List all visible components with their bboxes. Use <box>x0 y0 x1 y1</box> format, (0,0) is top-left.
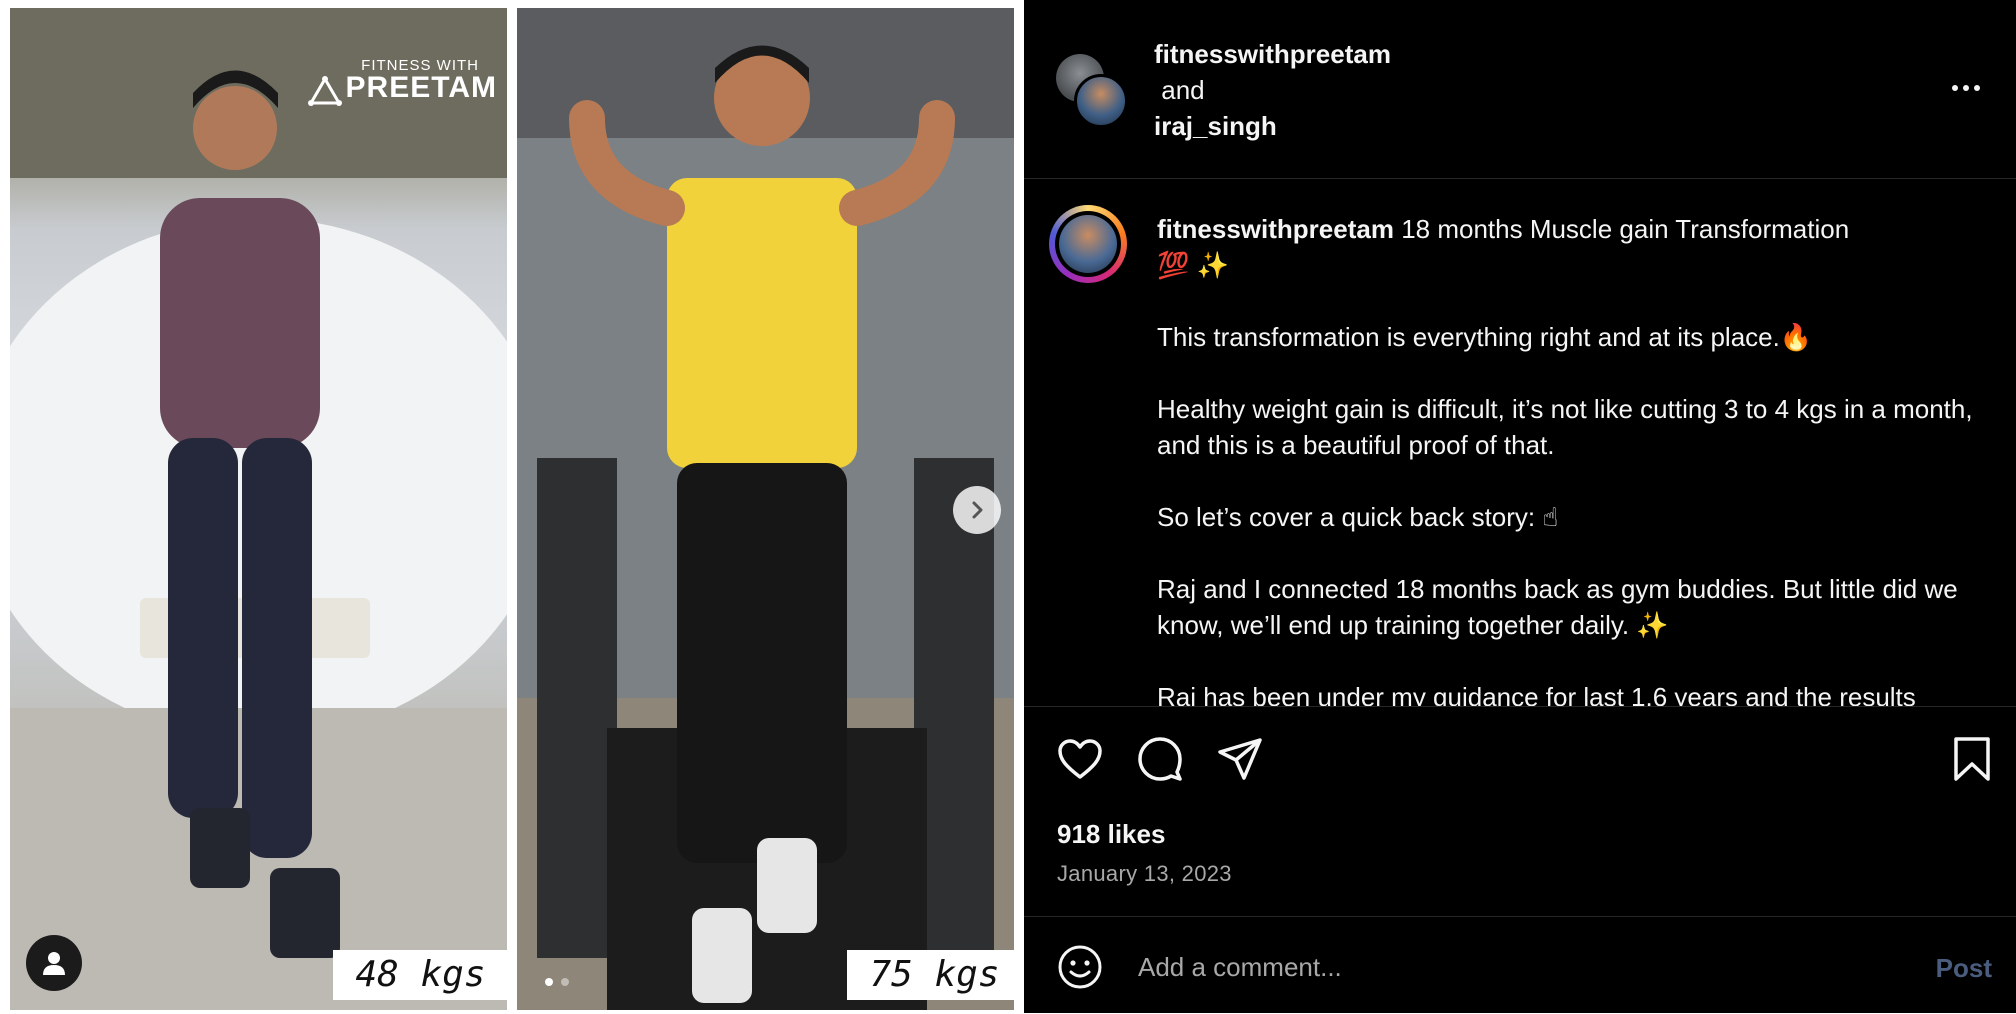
carousel-next-button[interactable] <box>953 486 1001 534</box>
heart-icon <box>1058 739 1102 779</box>
collab-avatars[interactable] <box>1056 54 1128 128</box>
share-icon <box>1218 738 1262 780</box>
more-options-button[interactable] <box>1946 76 1986 100</box>
caption-area: fitnesswithpreetam 18 months Muscle gain… <box>1024 179 2016 706</box>
after-weight-label: 75 kgs <box>847 950 1014 1000</box>
bookmark-icon <box>1954 737 1990 781</box>
avatar[interactable] <box>1074 74 1128 128</box>
comment-icon <box>1138 737 1182 781</box>
before-photo-illustration <box>10 8 507 1010</box>
caption-paragraph: This transformation is everything right … <box>1157 322 1813 352</box>
caption-paragraph: So let’s cover a quick back story: ☝ <box>1157 502 1559 532</box>
caption-paragraph: Healthy weight gain is difficult, it’s n… <box>1157 394 1973 460</box>
header-username-2[interactable]: iraj_singh <box>1154 108 1391 144</box>
more-horizontal-icon <box>1952 85 1958 91</box>
header-joiner: and <box>1161 75 1205 105</box>
collab-names: fitnesswithpreetam and iraj_singh <box>1154 36 1391 144</box>
header-username-1[interactable]: fitnesswithpreetam <box>1154 36 1391 72</box>
caption-text: fitnesswithpreetam 18 months Muscle gain… <box>1157 211 1977 706</box>
watermark-big-text: PREETAM <box>345 71 497 104</box>
share-button[interactable] <box>1216 735 1264 783</box>
carousel-indicator <box>545 978 569 986</box>
post-info-panel: fitnesswithpreetam and iraj_singh fitnes… <box>1024 0 2016 1013</box>
like-button[interactable] <box>1056 735 1104 783</box>
comment-input[interactable] <box>1136 941 1840 993</box>
emoji-button[interactable] <box>1056 943 1104 991</box>
tagged-users-button[interactable] <box>26 935 82 991</box>
action-bar: 918 likes January 13, 2023 <box>1024 706 2016 917</box>
caption-paragraph: Raj has been under my guidance for last … <box>1157 682 1916 706</box>
comment-bar: Post <box>1024 916 2016 1014</box>
avatar <box>1059 215 1117 273</box>
caption-avatar-story-ring[interactable] <box>1049 205 1127 283</box>
post-comment-button[interactable]: Post <box>1936 953 1992 984</box>
carousel-dot-active <box>545 978 553 986</box>
user-icon <box>43 952 65 975</box>
before-weight-label: 48 kgs <box>333 950 507 1000</box>
caption-title: 18 months Muscle gain Transformation <box>1401 214 1850 244</box>
caption-title-emoji: 💯 ✨ <box>1157 250 1229 280</box>
brand-watermark: FITNESS WITH PREETAM <box>307 58 497 110</box>
post-header: fitnesswithpreetam and iraj_singh <box>1024 0 2016 179</box>
post-media[interactable]: FITNESS WITH PREETAM 48 kgs 75 kgs <box>0 0 1024 1013</box>
save-button[interactable] <box>1948 735 1996 783</box>
caption-paragraph: Raj and I connected 18 months back as gy… <box>1157 574 1958 640</box>
after-photo: 75 kgs <box>517 8 1014 1010</box>
smiley-icon <box>1058 945 1102 989</box>
carousel-dot <box>561 978 569 986</box>
chevron-right-icon <box>972 501 983 519</box>
caption-first-line: fitnesswithpreetam 18 months Muscle gain… <box>1157 211 1977 283</box>
comment-button[interactable] <box>1136 735 1184 783</box>
caption-username[interactable]: fitnesswithpreetam <box>1157 214 1394 244</box>
post-date[interactable]: January 13, 2023 <box>1057 861 1232 887</box>
brand-logo-icon <box>307 75 342 110</box>
after-photo-illustration <box>517 8 1014 1010</box>
before-photo: FITNESS WITH PREETAM 48 kgs <box>10 8 507 1010</box>
likes-count[interactable]: 918 likes <box>1057 819 1165 850</box>
